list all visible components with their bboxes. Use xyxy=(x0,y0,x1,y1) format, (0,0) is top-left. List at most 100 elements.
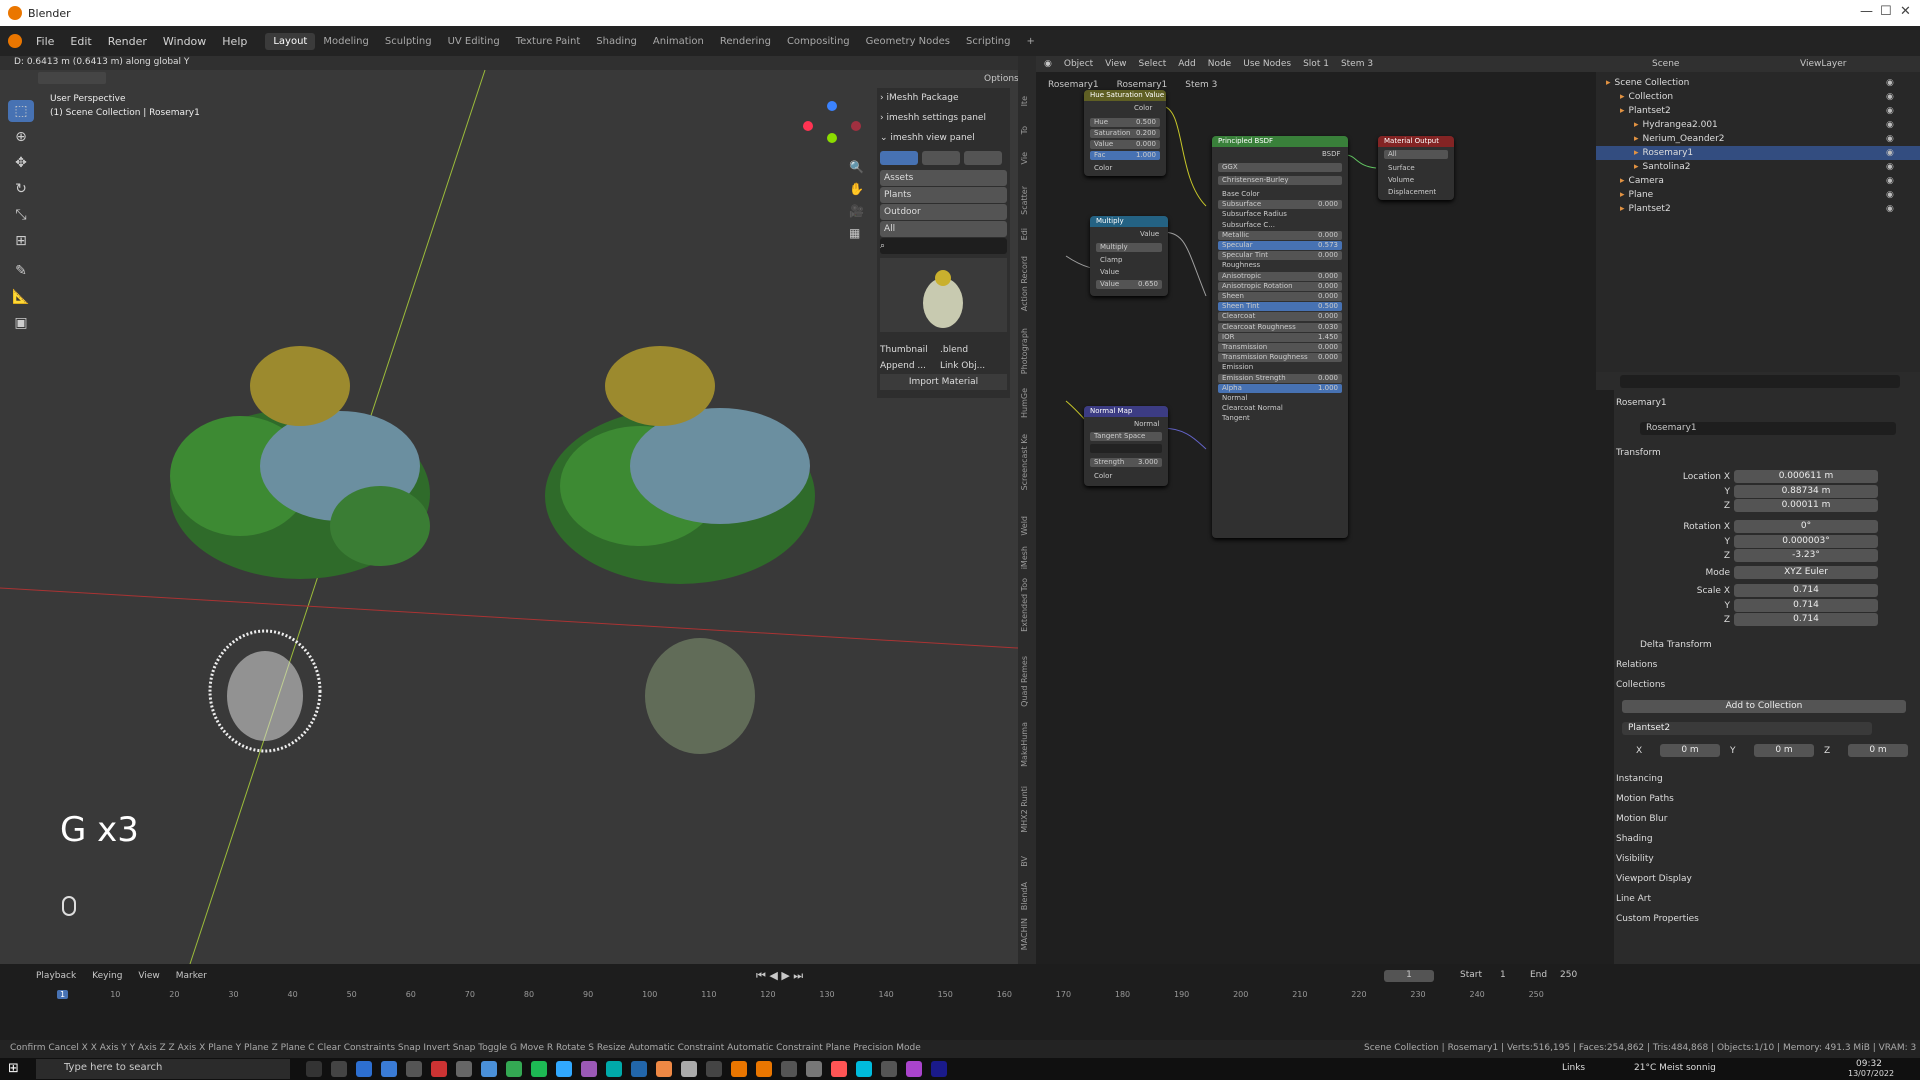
outliner-row[interactable]: ▸ Plane ◉ xyxy=(1596,188,1920,202)
collection-name-field[interactable]: Plantset2 xyxy=(1622,722,1872,735)
bsdf-field[interactable]: Clearcoat 0.000 xyxy=(1218,312,1342,322)
bsdf-field[interactable]: Emission Strength 0.000 xyxy=(1218,373,1342,383)
object-name-field[interactable]: Rosemary1 xyxy=(1640,422,1896,435)
properties-section[interactable]: Instancing xyxy=(1616,772,1916,786)
collections-panel[interactable]: Collections xyxy=(1616,678,1916,692)
node-material-output[interactable]: Material Output All Surface Volume Displ… xyxy=(1378,136,1454,200)
weather-widget[interactable]: 21°C Meist sonnig xyxy=(1634,1063,1716,1073)
vp-tab[interactable]: Extended Too xyxy=(1020,578,1029,632)
menu-file[interactable]: File xyxy=(28,35,62,48)
add-cube-tool-icon[interactable]: ▣ xyxy=(8,312,34,334)
rot-field[interactable]: -3.23° xyxy=(1734,549,1878,562)
loc-field[interactable]: 0.000611 m xyxy=(1734,470,1878,483)
vp-tab[interactable]: Quad Remes xyxy=(1020,656,1029,707)
bsdf-field[interactable]: Transmission 0.000 xyxy=(1218,343,1342,352)
cursor-tool-icon[interactable]: ⊕ xyxy=(8,126,34,148)
taskbar-app-icon[interactable] xyxy=(581,1061,597,1077)
visibility-eye-icon[interactable]: ◉ xyxy=(1886,78,1894,88)
bsdf-field[interactable]: Clearcoat Roughness 0.030 xyxy=(1218,322,1342,332)
add-to-collection-button[interactable]: Add to Collection xyxy=(1622,700,1906,713)
select-tool-icon[interactable]: ⬚ xyxy=(8,100,34,122)
vp-tab[interactable]: Scatter xyxy=(1020,186,1029,215)
outliner-row[interactable]: ▸ Hydrangea2.001 ◉ xyxy=(1596,118,1920,132)
minimize-button[interactable]: — xyxy=(1860,4,1873,19)
import-material-button[interactable]: Import Material xyxy=(880,374,1007,390)
asset-thumbnail[interactable] xyxy=(880,258,1007,332)
taskbar-app-icon[interactable] xyxy=(681,1061,697,1077)
move-tool-icon[interactable]: ✥ xyxy=(8,152,34,174)
link-object-button[interactable]: Link Obj... xyxy=(940,361,1000,371)
tab-rendering[interactable]: Rendering xyxy=(712,33,779,50)
properties-section[interactable]: Viewport Display xyxy=(1616,872,1916,886)
vp-tab[interactable]: Ite xyxy=(1020,96,1029,106)
visibility-eye-icon[interactable]: ◉ xyxy=(1886,92,1894,102)
blender-menu-icon[interactable] xyxy=(8,34,22,48)
properties-section[interactable]: Shading xyxy=(1616,832,1916,846)
viewlayer-selector[interactable]: ViewLayer xyxy=(1800,59,1846,69)
taskbar-app-icon[interactable] xyxy=(306,1061,322,1077)
bsdf-field[interactable]: Specular Tint 0.000 xyxy=(1218,251,1342,261)
taskbar-app-icon[interactable] xyxy=(531,1061,547,1077)
offset-field[interactable]: 0 m xyxy=(1660,744,1720,757)
taskbar-app-icon[interactable] xyxy=(831,1061,847,1077)
tab-shading[interactable]: Shading xyxy=(588,33,645,50)
properties-search[interactable] xyxy=(1620,375,1900,388)
bsdf-field[interactable]: Anisotropic 0.000 xyxy=(1218,271,1342,281)
scale-field[interactable]: 0.714 xyxy=(1734,598,1878,612)
panel-imeshh-settings[interactable]: › imeshh settings panel xyxy=(880,110,1007,126)
pan-hand-icon[interactable]: ✋ xyxy=(849,182,864,196)
vp-tab[interactable]: Vie xyxy=(1020,152,1029,164)
asset-search-input[interactable]: ⌕ xyxy=(880,238,1007,254)
visibility-eye-icon[interactable]: ◉ xyxy=(1886,148,1894,158)
outliner-row[interactable]: ▸ Scene Collection ◉ xyxy=(1596,76,1920,90)
tab-layout[interactable]: Layout xyxy=(265,32,316,50)
vp-tab[interactable]: MakeHuma xyxy=(1020,722,1029,767)
taskbar-app-icon[interactable] xyxy=(381,1061,397,1077)
asset-type-buttons[interactable] xyxy=(880,150,1007,166)
tab-sculpting[interactable]: Sculpting xyxy=(377,33,440,50)
taskbar-app-icon[interactable] xyxy=(731,1061,747,1077)
tab-scripting[interactable]: Scripting xyxy=(958,33,1018,50)
measure-tool-icon[interactable]: 📐 xyxy=(8,286,34,308)
dropdown-assets[interactable]: Assets xyxy=(880,170,1007,186)
bsdf-field[interactable]: Sheen Tint 0.500 xyxy=(1218,302,1342,312)
taskbar-app-icon[interactable] xyxy=(756,1061,772,1077)
vp-tab[interactable]: iMesh xyxy=(1020,546,1029,569)
taskbar-search-box[interactable]: Type here to search xyxy=(36,1059,290,1079)
shader-node-editor[interactable]: ◉ Object View Select Add Node Use Nodes … xyxy=(1036,56,1596,964)
taskbar-app-icon[interactable] xyxy=(931,1061,947,1077)
node-multiply[interactable]: Multiply Value Multiply Clamp Value Valu… xyxy=(1090,216,1168,296)
tab-geometry-nodes[interactable]: Geometry Nodes xyxy=(858,33,958,50)
properties-section[interactable]: Motion Paths xyxy=(1616,792,1916,806)
taskbar-app-icon[interactable] xyxy=(856,1061,872,1077)
vp-tab[interactable]: MACHIN xyxy=(1020,918,1029,950)
bsdf-field[interactable]: Transmission Roughness 0.000 xyxy=(1218,353,1342,363)
taskbar-app-icon[interactable] xyxy=(881,1061,897,1077)
node-hue-saturation-value[interactable]: Hue Saturation Value Color Hue 0.500 Satu… xyxy=(1084,90,1166,176)
taskbar-app-icon[interactable] xyxy=(406,1061,422,1077)
3d-viewport[interactable]: D: 0.6413 m (0.6413 m) along global Y Op… xyxy=(0,56,1018,964)
taskbar-app-icon[interactable] xyxy=(631,1061,647,1077)
vp-tab[interactable]: BlendA xyxy=(1020,882,1029,910)
windows-start-icon[interactable]: ⊞ xyxy=(8,1061,19,1076)
close-button[interactable]: ✕ xyxy=(1900,4,1911,19)
taskbar-app-icon[interactable] xyxy=(781,1061,797,1077)
bsdf-field[interactable]: IOR 1.450 xyxy=(1218,332,1342,342)
zoom-icon[interactable]: 🔍 xyxy=(849,160,864,174)
transform-panel[interactable]: Transform xyxy=(1616,448,1661,458)
timeline[interactable]: Playback Keying View Marker ⏮ ◀ ▶ ⏭ 1 St… xyxy=(0,964,1596,1044)
visibility-eye-icon[interactable]: ◉ xyxy=(1886,162,1894,172)
menu-window[interactable]: Window xyxy=(155,35,214,48)
properties-section[interactable]: Line Art xyxy=(1616,892,1916,906)
rot-field[interactable]: 0.000003° xyxy=(1734,534,1878,548)
clock-date[interactable]: 13/07/2022 xyxy=(1848,1069,1894,1078)
loc-field[interactable]: 0.88734 m xyxy=(1734,484,1878,498)
taskbar-app-icon[interactable] xyxy=(606,1061,622,1077)
tab-texture-paint[interactable]: Texture Paint xyxy=(508,33,589,50)
scene-selector[interactable]: Scene xyxy=(1652,59,1679,69)
current-frame-field[interactable]: 1 xyxy=(1384,970,1434,982)
properties-section[interactable]: Custom Properties xyxy=(1616,912,1916,926)
menu-marker[interactable]: Marker xyxy=(176,971,207,981)
vp-tab[interactable]: Weld xyxy=(1020,516,1029,536)
node-principled-bsdf[interactable]: Principled BSDF BSDF GGX Christensen-Bur… xyxy=(1212,136,1348,538)
